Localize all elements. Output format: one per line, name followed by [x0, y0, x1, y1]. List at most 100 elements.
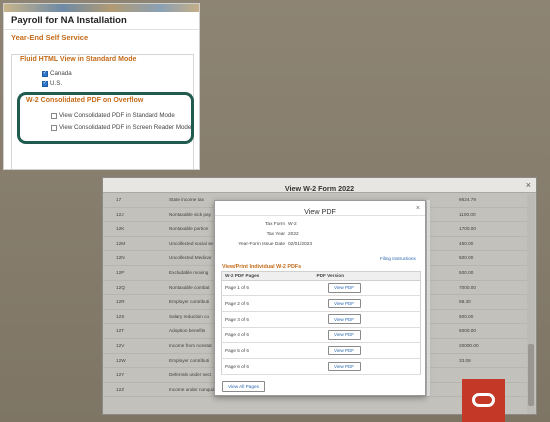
box-amount-cell: 9624.79: [459, 197, 476, 202]
tax-year-row: Tax Year 2022: [215, 232, 299, 237]
view-pdf-button[interactable]: View PDF: [327, 361, 361, 372]
header-banner-strip: [4, 4, 199, 12]
window-titlebar: View W-2 Form 2022 ×: [103, 178, 536, 193]
box-amount-cell: 500.00: [459, 255, 474, 261]
panel-title: Payroll for NA Installation: [4, 12, 199, 30]
box-amount-cell: 450.00: [459, 240, 474, 246]
page-action-cell: View PDF: [316, 295, 421, 312]
box-amount-cell: 1100.00: [459, 211, 476, 217]
box-description-cell: Employer contributi: [169, 357, 210, 363]
checkbox-icon[interactable]: ✓: [42, 70, 48, 77]
box-amount-cell: 98.30: [459, 299, 471, 305]
table-header-row: W-2 PDF Pages PDF Version: [221, 271, 421, 281]
view-pdf-button[interactable]: View PDF: [327, 345, 361, 356]
page-action-cell: View PDF: [316, 358, 421, 375]
modal-title: View PDF: [304, 207, 336, 216]
box-description-cell: Deferrals under sect: [169, 372, 212, 378]
installation-config-panel: Payroll for NA Installation Year-End Sel…: [3, 3, 200, 170]
version-column-header: PDF Version: [316, 271, 421, 281]
box-description-cell: State income tax: [169, 197, 204, 202]
callout-highlight: [17, 92, 194, 144]
box-code-cell: 12K: [116, 226, 125, 232]
filing-instructions-link[interactable]: Filing Instructions: [380, 256, 416, 261]
box-amount-cell: 500.00: [459, 269, 474, 275]
us-option[interactable]: ✓ U.S.: [42, 80, 62, 87]
table-row: Page 4 of 6 View PDF: [221, 327, 421, 344]
box-code-cell: 12M: [116, 240, 126, 246]
box-description-cell: Adoption benefits: [169, 328, 206, 334]
box-description-cell: Employer contributi: [169, 299, 210, 305]
fluid-html-group-title: Fluid HTML View in Standard Mode: [20, 56, 137, 63]
table-row: Page 1 of 6 View PDF: [221, 280, 421, 297]
view-pdf-button[interactable]: View PDF: [327, 298, 361, 309]
box-code-cell: 12P: [116, 269, 125, 275]
modal-edge-scrollbar: [427, 200, 430, 396]
box-description-cell: Nontaxable combat: [169, 284, 210, 290]
box-code-cell: 12W: [116, 357, 126, 363]
page-label: Page 5 of 6: [221, 342, 317, 359]
us-label: U.S.: [50, 80, 63, 87]
page-label: Page 1 of 6: [221, 280, 317, 297]
modal-header: View PDF ×: [215, 201, 425, 216]
oracle-ring-shape: [472, 393, 495, 407]
box-amount-cell: 33.08: [459, 357, 471, 363]
box-code-cell: 12Y: [116, 372, 125, 378]
table-row: Page 2 of 6 View PDF: [221, 295, 421, 312]
page-label: Page 4 of 6: [221, 327, 317, 344]
page-action-cell: View PDF: [316, 327, 421, 344]
pages-column-header: W-2 PDF Pages: [221, 271, 317, 281]
view-pdf-modal: View PDF × Tax Form W-2 Tax Year 2022 Year…: [214, 200, 426, 396]
tax-form-label: Tax Form: [265, 222, 285, 227]
box-amount-cell: 500.00: [459, 313, 474, 319]
pdf-section-title: View/Print Individual W-2 PDFs: [222, 264, 302, 270]
view-all-pages-button[interactable]: View All Pages: [222, 381, 265, 392]
box-description-cell: Income from nonstat: [169, 342, 212, 348]
box-amount-cell: 5000.00: [459, 328, 476, 334]
page-label: Page 6 of 6: [221, 358, 317, 375]
box-description-cell: Uncollected social se: [169, 240, 214, 246]
box-description-cell: Nontaxable portion: [169, 226, 209, 232]
table-row: Page 3 of 6 View PDF: [221, 311, 421, 328]
table-row: Page 6 of 6 View PDF: [221, 358, 421, 375]
canada-option[interactable]: ✓ Canada: [42, 70, 72, 77]
box-description-cell: Nontaxable sick pay: [169, 211, 211, 217]
pdf-pages-table: W-2 PDF Pages PDF Version Page 1 of 6 Vie…: [221, 271, 421, 375]
box-code-cell: 12N: [116, 255, 125, 261]
close-icon[interactable]: ×: [526, 178, 531, 193]
view-pdf-button[interactable]: View PDF: [327, 330, 361, 340]
box-description-cell: Salary reduction co: [169, 313, 210, 319]
canada-label: Canada: [50, 70, 72, 77]
table-row: Page 5 of 6 View PDF: [221, 342, 421, 359]
issue-date-row: Year-Form Issue Date 02/01/2023: [215, 242, 312, 247]
box-amount-cell: 1700.00: [459, 226, 476, 232]
view-pdf-button[interactable]: View PDF: [327, 314, 361, 324]
checkbox-icon[interactable]: ✓: [42, 80, 48, 87]
scrollbar-thumb[interactable]: [528, 344, 534, 406]
box-code-cell: 12S: [116, 313, 125, 319]
page-action-cell: View PDF: [316, 342, 421, 359]
box-description-cell: Excludable moving: [169, 269, 209, 275]
box-code-cell: 12V: [116, 342, 125, 348]
tax-year-value: 2022: [288, 232, 299, 237]
tax-year-label: Tax Year: [266, 232, 285, 237]
view-pdf-button[interactable]: View PDF: [327, 283, 361, 293]
page-label: Page 3 of 6: [221, 311, 317, 328]
oracle-logo-icon: [462, 379, 505, 422]
box-code-cell: 12J: [116, 211, 124, 217]
box-code-cell: 12Z: [116, 386, 125, 392]
box-code-cell: 12R: [116, 299, 125, 305]
window-scrollbar[interactable]: [527, 194, 535, 414]
window-title: View W-2 Form 2022: [284, 184, 355, 193]
box-code-cell: 17: [116, 197, 122, 202]
issue-date-label: Year-Form Issue Date: [238, 242, 285, 247]
box-code-cell: 12T: [116, 328, 125, 334]
box-amount-cell: 20000.00: [459, 342, 479, 348]
box-amount-cell: 7000.00: [459, 284, 476, 290]
page-action-cell: View PDF: [316, 280, 421, 297]
page-action-cell: View PDF: [316, 311, 421, 328]
close-icon[interactable]: ×: [416, 201, 420, 216]
tax-form-value: W-2: [288, 222, 297, 227]
page-label: Page 2 of 6: [221, 295, 317, 312]
box-description-cell: Uncollected Medicar: [169, 255, 212, 261]
section-title: Year-End Self Service: [11, 33, 89, 42]
